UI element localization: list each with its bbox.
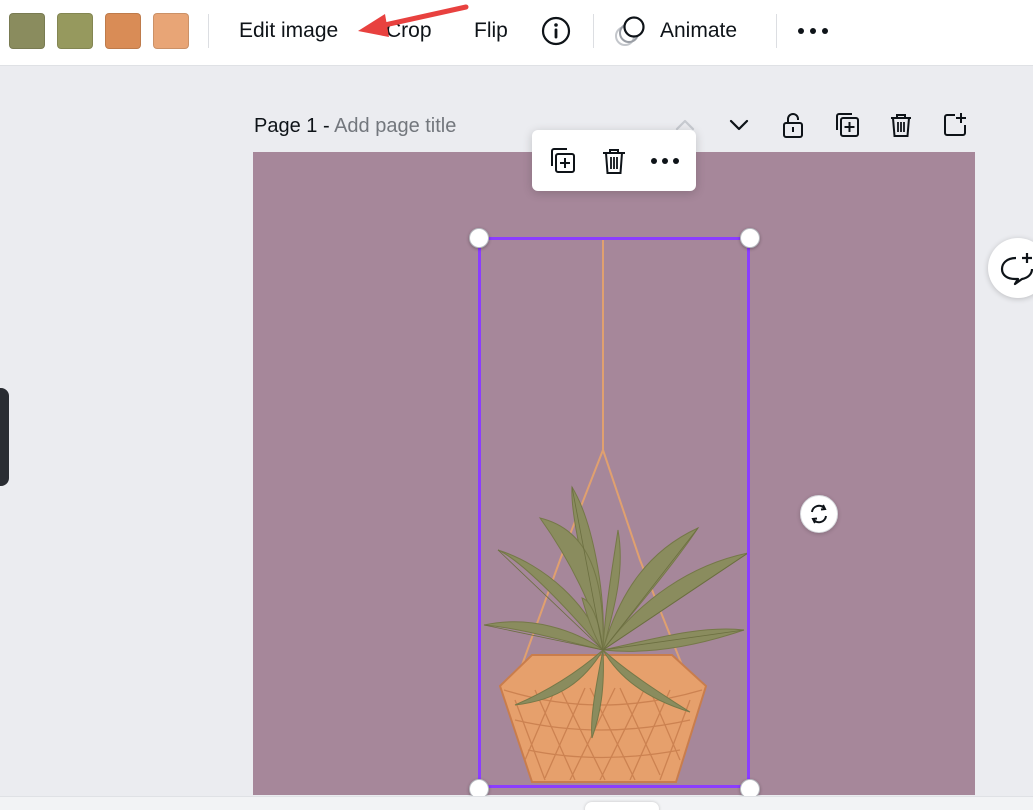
- rotate-icon: [811, 504, 827, 524]
- rotate-button[interactable]: [800, 495, 838, 533]
- element-context-menu: [532, 130, 696, 191]
- panel-collapse-handle[interactable]: [0, 388, 9, 486]
- add-comment-button[interactable]: [988, 238, 1033, 298]
- add-page-icon[interactable]: [940, 110, 970, 140]
- duplicate-icon[interactable]: [548, 146, 578, 176]
- delete-page-icon[interactable]: [886, 110, 916, 140]
- add-comment-icon: [1000, 253, 1033, 286]
- more-options-button[interactable]: [795, 20, 831, 44]
- bottom-bar: [0, 796, 1033, 810]
- color-swatch-3[interactable]: [105, 13, 141, 49]
- color-swatch-4[interactable]: [153, 13, 189, 49]
- resize-handle-top-right[interactable]: [740, 228, 760, 248]
- unlock-icon[interactable]: [778, 110, 808, 140]
- toolbar-divider: [776, 14, 777, 48]
- element-toolbar: Edit image Crop Flip Animate: [0, 0, 1033, 66]
- animate-button[interactable]: Animate: [660, 16, 737, 46]
- resize-handle-top-left[interactable]: [469, 228, 489, 248]
- page-indicator-pill[interactable]: [585, 802, 659, 810]
- flip-button[interactable]: Flip: [474, 16, 508, 46]
- selection-box: [478, 237, 750, 788]
- chevron-down-icon[interactable]: [724, 110, 754, 140]
- duplicate-page-icon[interactable]: [832, 110, 862, 140]
- edit-image-button[interactable]: Edit image: [239, 16, 338, 46]
- color-swatch-2[interactable]: [57, 13, 93, 49]
- page-number-label: Page 1 -: [254, 115, 330, 137]
- page-header: Page 1 - Add page title: [254, 112, 456, 140]
- info-icon[interactable]: [540, 15, 572, 47]
- more-icon[interactable]: [649, 152, 681, 170]
- color-swatch-1[interactable]: [9, 13, 45, 49]
- toolbar-divider: [208, 14, 209, 48]
- page-title-input[interactable]: Add page title: [334, 115, 456, 137]
- delete-icon[interactable]: [599, 146, 629, 176]
- toolbar-divider: [593, 14, 594, 48]
- animate-icon[interactable]: [612, 14, 648, 48]
- crop-button[interactable]: Crop: [386, 16, 432, 46]
